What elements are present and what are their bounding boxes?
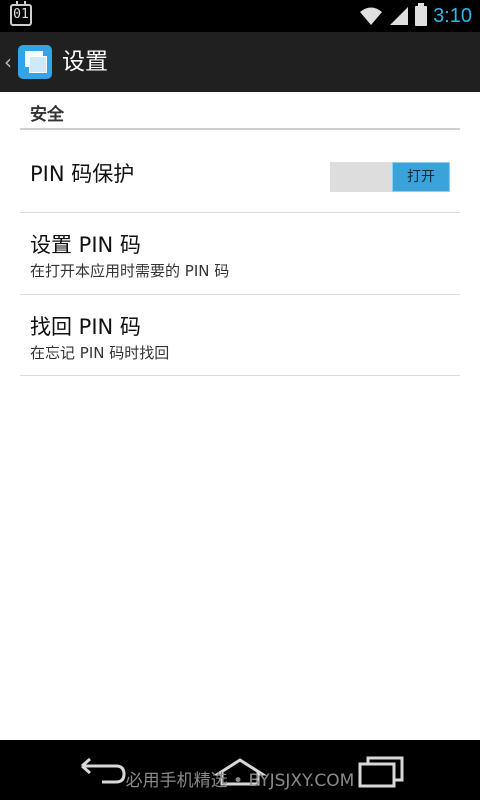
page-title: 设置: [62, 49, 108, 75]
status-icons: 3:10: [359, 0, 472, 32]
up-navigation-button[interactable]: ‹: [0, 32, 52, 92]
switch-thumb: 打开: [392, 162, 450, 192]
calendar-notification-icon: 01: [10, 1, 32, 26]
pref-summary: 在忘记 PIN 码时找回: [30, 344, 170, 362]
action-bar: ‹ 设置: [0, 32, 480, 92]
status-bar: 01 3:10: [0, 0, 480, 32]
signal-icon: [390, 7, 409, 25]
pref-summary: 在打开本应用时需要的 PIN 码: [30, 262, 230, 280]
pin-protection-switch[interactable]: 打开: [330, 162, 450, 192]
chevron-left-icon: ‹: [4, 50, 12, 74]
pref-title: 设置 PIN 码: [30, 233, 141, 257]
pref-set-pin[interactable]: 设置 PIN 码 在打开本应用时需要的 PIN 码: [20, 213, 460, 295]
wifi-icon: [360, 7, 383, 25]
battery-icon: [415, 3, 428, 26]
pref-title: PIN 码保护: [30, 162, 135, 186]
watermark: 必用手机精选 • BYJSJXY.COM: [125, 771, 355, 791]
category-label: 安全: [30, 105, 64, 125]
clock: 3:10: [433, 4, 472, 27]
pref-recover-pin[interactable]: 找回 PIN 码 在忘记 PIN 码时找回: [20, 295, 460, 376]
preference-category-header: 安全: [20, 96, 460, 130]
app-icon: [18, 45, 52, 79]
pref-title: 找回 PIN 码: [30, 315, 141, 339]
